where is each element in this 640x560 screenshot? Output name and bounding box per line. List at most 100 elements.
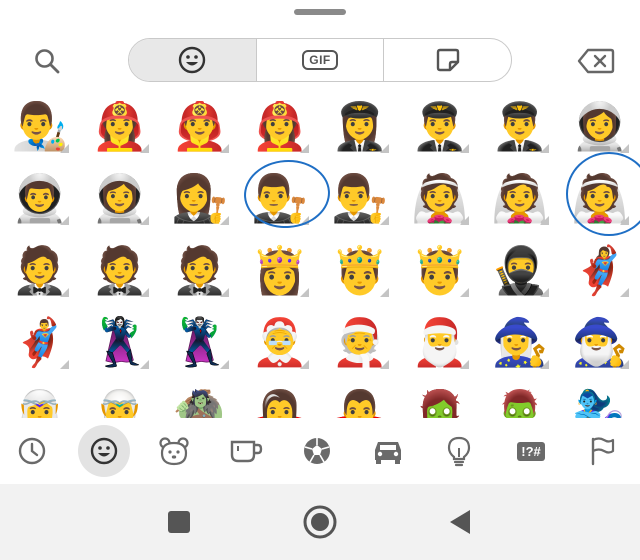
emoji-mage-woman: 🧙‍♀️ <box>491 315 549 369</box>
skin-tone-indicator <box>60 288 69 297</box>
skin-tone-indicator <box>300 360 309 369</box>
emoji-cell[interactable]: 👨‍🎨 <box>0 90 80 162</box>
emoji-bride-with-veil: 👰 <box>491 171 549 225</box>
emoji-grid: 👨‍🎨 👩‍🚒 👨‍🚒 👩‍🚒 👩‍✈️ 👨‍✈️ 👨‍✈️ 👩‍🚀 👨‍🚀 👩… <box>0 90 640 418</box>
skin-tone-indicator <box>620 144 629 153</box>
emoji-cell[interactable]: 👨‍🚀 <box>0 162 80 234</box>
emoji-cell[interactable]: 👨‍⚖️ <box>320 162 400 234</box>
emoji-cell[interactable]: 👨‍⚖️ <box>240 162 320 234</box>
emoji-cell[interactable]: 👸 <box>240 234 320 306</box>
category-food[interactable] <box>220 425 272 477</box>
backspace-button[interactable] <box>571 36 621 86</box>
category-animals[interactable] <box>148 425 200 477</box>
emoji-pilot-woman: 👩‍✈️ <box>331 99 389 153</box>
emoji-toolbar: GIF <box>0 36 640 86</box>
tab-emoji[interactable] <box>129 39 256 81</box>
lightbulb-icon <box>447 436 471 467</box>
emoji-ninja: 🥷 <box>491 243 549 297</box>
tab-stickers[interactable] <box>383 39 511 81</box>
emoji-firefighter-woman: 👩‍🚒 <box>91 99 149 153</box>
emoji-vampire-woman: 🧛‍♀️ <box>251 387 309 418</box>
sticker-icon <box>436 48 459 72</box>
emoji-cell[interactable]: 🧛‍♂️ <box>320 378 400 418</box>
skin-tone-indicator <box>620 216 629 225</box>
emoji-cell[interactable]: 👩‍✈️ <box>320 90 400 162</box>
emoji-cell[interactable]: 👩‍🚀 <box>80 162 160 234</box>
back-button[interactable] <box>440 504 480 540</box>
emoji-cell[interactable]: 🧞‍♀️ <box>560 378 640 418</box>
emoji-cell[interactable]: 👨‍✈️ <box>400 90 480 162</box>
emoji-cell[interactable]: 🧟‍♂️ <box>480 378 560 418</box>
emoji-cell[interactable]: 🧌 <box>160 378 240 418</box>
category-activity[interactable] <box>291 425 343 477</box>
search-button[interactable] <box>25 36 69 86</box>
skin-tone-indicator <box>140 288 149 297</box>
emoji-cell[interactable]: 🤵 <box>160 234 240 306</box>
recents-button[interactable] <box>159 504 199 540</box>
smiley-icon <box>90 437 118 465</box>
emoji-cell[interactable]: 🦹‍♀️ <box>80 306 160 378</box>
emoji-cell[interactable]: 👨‍🚒 <box>160 90 240 162</box>
circle-icon <box>303 505 337 539</box>
emoji-cell[interactable]: 🦸‍♂️ <box>0 306 80 378</box>
emoji-cell[interactable]: 👩‍🚀 <box>560 90 640 162</box>
category-recent[interactable] <box>6 425 58 477</box>
emoji-cell[interactable]: 🧟‍♀️ <box>400 378 480 418</box>
emoji-cell[interactable]: 🤴 <box>320 234 400 306</box>
emoji-cell[interactable]: 🥷 <box>480 234 560 306</box>
emoji-zombie-man: 🧟‍♂️ <box>491 387 549 418</box>
emoji-cell[interactable]: 🤵 <box>80 234 160 306</box>
emoji-superhero-man: 🦸‍♂️ <box>11 315 69 369</box>
emoji-cell[interactable]: 👰 <box>480 162 560 234</box>
emoji-zombie-woman: 🧟‍♀️ <box>411 387 469 418</box>
emoji-person-in-tuxedo: 🤵 <box>11 243 69 297</box>
emoji-cell[interactable]: 👩‍🚒 <box>240 90 320 162</box>
search-icon <box>35 49 60 74</box>
skin-tone-indicator <box>540 144 549 153</box>
skin-tone-indicator <box>300 144 309 153</box>
emoji-cell[interactable]: 👩‍⚖️ <box>160 162 240 234</box>
category-flags[interactable] <box>576 425 628 477</box>
emoji-elf-man: 🧝‍♂️ <box>91 387 149 418</box>
skin-tone-indicator <box>540 288 549 297</box>
emoji-cell[interactable]: 👰 <box>560 162 640 234</box>
emoji-cell[interactable]: 🦸‍♀️ <box>560 234 640 306</box>
emoji-cell[interactable]: 🎅 <box>400 306 480 378</box>
emoji-cell[interactable]: 👰 <box>400 162 480 234</box>
category-travel[interactable] <box>362 425 414 477</box>
emoji-cell[interactable]: 🧝‍♂️ <box>80 378 160 418</box>
emoji-cell[interactable]: 🦹‍♂️ <box>160 306 240 378</box>
category-symbols[interactable]: !?# <box>505 425 557 477</box>
emoji-cell[interactable]: 🧑‍🎄 <box>320 306 400 378</box>
category-objects[interactable] <box>433 425 485 477</box>
emoji-superhero-woman: 🦸‍♀️ <box>571 243 629 297</box>
backspace-icon <box>577 48 615 74</box>
emoji-cell[interactable]: 🤶 <box>240 306 320 378</box>
emoji-cell[interactable]: 🧛‍♀️ <box>240 378 320 418</box>
emoji-cell[interactable]: 🤵 <box>0 234 80 306</box>
emoji-cell[interactable]: 👨‍✈️ <box>480 90 560 162</box>
drag-handle[interactable] <box>294 9 346 15</box>
skin-tone-indicator <box>140 144 149 153</box>
category-smileys[interactable] <box>78 425 130 477</box>
skin-tone-indicator <box>380 144 389 153</box>
emoji-santa-claus: 🎅 <box>411 315 469 369</box>
emoji-supervillain-woman: 🦹‍♀️ <box>91 315 149 369</box>
tab-gif[interactable]: GIF <box>255 39 384 81</box>
home-button[interactable] <box>300 504 340 540</box>
emoji-cell[interactable]: 🧙‍♂️ <box>560 306 640 378</box>
emoji-cell[interactable]: 🤴 <box>400 234 480 306</box>
clock-icon <box>18 437 46 465</box>
emoji-cell[interactable]: 🧙‍♀️ <box>480 306 560 378</box>
skin-tone-indicator <box>460 144 469 153</box>
emoji-judge-woman: 👩‍⚖️ <box>171 171 229 225</box>
emoji-vampire-man: 🧛‍♂️ <box>331 387 389 418</box>
emoji-cell[interactable]: 🧝‍♀️ <box>0 378 80 418</box>
content-type-tabs: GIF <box>128 38 512 82</box>
skin-tone-indicator <box>620 360 629 369</box>
emoji-mage-man: 🧙‍♂️ <box>571 315 629 369</box>
emoji-cell[interactable]: 👩‍🚒 <box>80 90 160 162</box>
square-icon <box>168 511 190 533</box>
back-triangle-icon <box>450 510 470 534</box>
smiley-icon <box>179 46 206 74</box>
